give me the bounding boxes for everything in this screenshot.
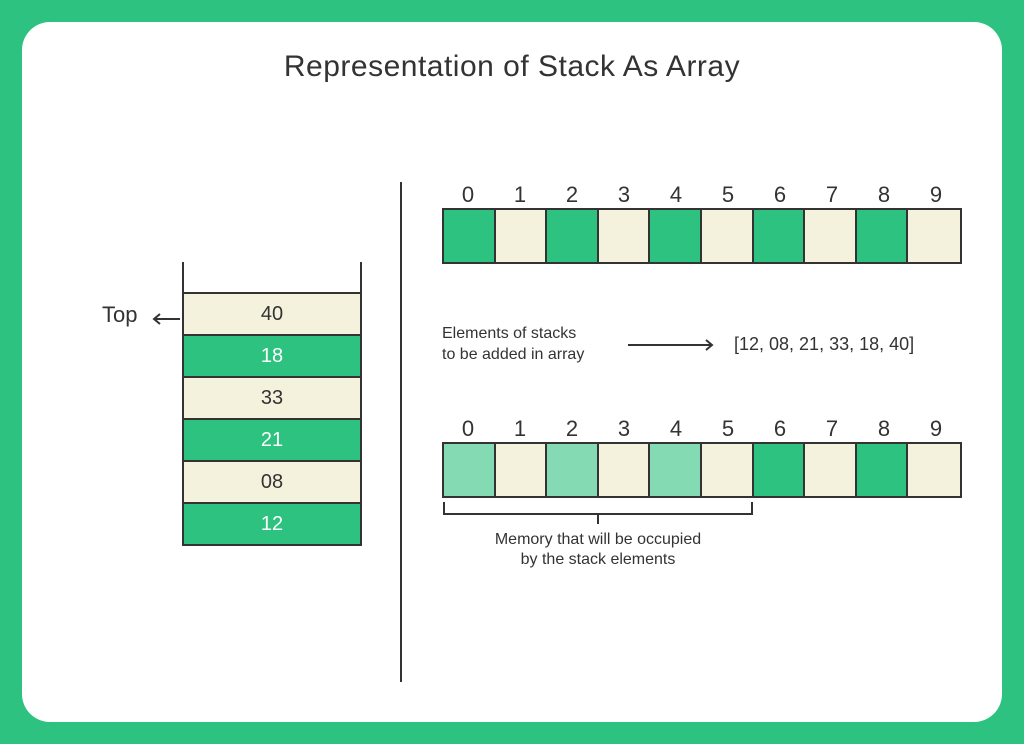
array-cell	[496, 210, 548, 262]
array-cell	[650, 210, 702, 262]
index-label: 7	[806, 416, 858, 442]
index-label: 9	[910, 182, 962, 208]
array-cell	[599, 444, 651, 496]
index-label: 8	[858, 416, 910, 442]
array-empty: 0 1 2 3 4 5 6 7 8 9	[442, 182, 962, 264]
index-label: 2	[546, 182, 598, 208]
stack-cell: 18	[184, 334, 360, 376]
stack-cell-value: 40	[261, 303, 283, 326]
array-cell	[547, 210, 599, 262]
index-label: 8	[858, 182, 910, 208]
array-filled: 0 1 2 3 4 5 6 7 8 9	[442, 416, 962, 572]
array-cell	[496, 444, 548, 496]
elements-row: Elements of stacks to be added in array …	[442, 324, 962, 366]
array-cell	[754, 210, 806, 262]
array-cell	[908, 444, 960, 496]
array-cell	[444, 444, 496, 496]
top-label: Top	[102, 302, 137, 328]
text-line: by the stack elements	[521, 551, 676, 568]
array-cell	[702, 210, 754, 262]
index-label: 0	[442, 416, 494, 442]
bracket-caption: Memory that will be occupied by the stac…	[442, 530, 754, 572]
array-panel: 0 1 2 3 4 5 6 7 8 9	[402, 162, 962, 692]
array-cell	[805, 210, 857, 262]
stack-cell-value: 33	[261, 387, 283, 410]
index-label: 1	[494, 182, 546, 208]
index-label: 1	[494, 416, 546, 442]
array-cell	[857, 210, 909, 262]
stack-cell-value: 08	[261, 471, 283, 494]
text-line: Memory that will be occupied	[495, 531, 701, 548]
elements-caption: Elements of stacks to be added in array	[442, 324, 612, 366]
index-label: 7	[806, 182, 858, 208]
index-label: 4	[650, 416, 702, 442]
content-area: Top 40 18 33 21 08 12 0 1	[62, 162, 962, 692]
index-row: 0 1 2 3 4 5 6 7 8 9	[442, 182, 962, 208]
index-label: 0	[442, 182, 494, 208]
arrow-left-icon	[150, 312, 180, 326]
array-cells-bottom	[442, 442, 962, 498]
array-cell	[805, 444, 857, 496]
elements-list: [12, 08, 21, 33, 18, 40]	[734, 334, 914, 355]
index-label: 5	[702, 416, 754, 442]
index-label: 9	[910, 416, 962, 442]
index-row: 0 1 2 3 4 5 6 7 8 9	[442, 416, 962, 442]
stack-cell-value: 21	[261, 429, 283, 452]
text-line: Elements of stacks	[442, 325, 576, 342]
stack-cell: 33	[184, 376, 360, 418]
array-cell	[908, 210, 960, 262]
array-cell	[547, 444, 599, 496]
index-label: 2	[546, 416, 598, 442]
stack-empty-space	[184, 262, 360, 292]
array-cells-top	[442, 208, 962, 264]
array-cell	[702, 444, 754, 496]
stack-cell-value: 18	[261, 345, 283, 368]
index-label: 6	[754, 182, 806, 208]
stack-cell: 08	[184, 460, 360, 502]
index-label: 3	[598, 182, 650, 208]
array-cell	[754, 444, 806, 496]
stack-panel: Top 40 18 33 21 08 12	[62, 162, 400, 692]
stack-cell: 21	[184, 418, 360, 460]
array-cell	[650, 444, 702, 496]
index-label: 4	[650, 182, 702, 208]
stack-cell: 12	[184, 502, 360, 544]
stack-cell-value: 12	[261, 513, 283, 536]
memory-bracket: Memory that will be occupied by the stac…	[442, 502, 754, 572]
stack-cell: 40	[184, 292, 360, 334]
index-label: 6	[754, 416, 806, 442]
index-label: 5	[702, 182, 754, 208]
array-cell	[857, 444, 909, 496]
text-line: to be added in array	[442, 346, 584, 363]
arrow-right-icon	[628, 338, 718, 352]
diagram-title: Representation of Stack As Array	[58, 50, 966, 84]
diagram-canvas: Representation of Stack As Array Top 40 …	[22, 22, 1002, 722]
array-cell	[599, 210, 651, 262]
stack-container: 40 18 33 21 08 12	[182, 262, 362, 546]
index-label: 3	[598, 416, 650, 442]
array-cell	[444, 210, 496, 262]
bracket-icon	[442, 502, 754, 524]
